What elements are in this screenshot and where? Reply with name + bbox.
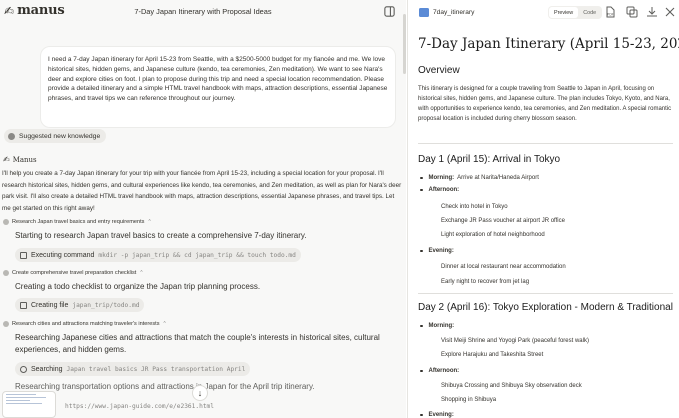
file-edit-icon (20, 301, 27, 309)
day1-evening: Evening: (420, 248, 457, 254)
day1-heading: Day 1 (April 15): Arrival in Tokyo (418, 154, 561, 165)
tool-chip-detail: japan_trip/todo.md (72, 301, 140, 309)
chevron-up-icon: ⌃ (139, 270, 144, 276)
tool-chip-search[interactable]: Searching Japan travel basics JR Pass tr… (15, 362, 251, 376)
chat-scrollbar[interactable] (403, 14, 406, 74)
day2-evening: Evening: (420, 412, 457, 418)
computer-preview-thumbnail[interactable] (2, 391, 56, 418)
list-item: Explore Harajuku and Takeshita Street (441, 352, 544, 358)
step-heading-label: Research cities and attractions matching… (12, 321, 160, 327)
list-item: Shopping in Shibuya (441, 397, 497, 403)
step-heading-label: Research Japan travel basics and entry r… (12, 219, 145, 225)
check-icon (3, 219, 9, 225)
assistant-name: Manus (12, 155, 37, 164)
morning-label: Morning: (428, 175, 455, 181)
chat-pane: ✍ manus 7-Day Japan Itinerary with Propo… (0, 0, 406, 418)
list-item: Shibuya Crossing and Shibuya Sky observa… (441, 383, 582, 389)
list-item: Visit Meiji Shrine and Yoyogi Park (peac… (441, 338, 589, 344)
list-item: Early night to recover from jet lag (441, 279, 530, 285)
morning-label: Morning: (428, 323, 455, 329)
knowledge-pill-label: Suggested new knowledge (19, 132, 101, 140)
preview-header: 7day_itinerary Preview Code PDF (408, 0, 679, 26)
evening-label: Evening: (428, 412, 454, 418)
scroll-down-button[interactable]: ↓ (192, 385, 208, 401)
afternoon-label: Afternoon: (428, 368, 460, 374)
user-message: I need a 7-day Japan itinerary for April… (40, 46, 396, 128)
lightbulb-icon (8, 132, 15, 140)
day2-morning: Morning: (420, 323, 457, 329)
step-heading-research-basics[interactable]: Research Japan travel basics and entry r… (3, 219, 152, 225)
chevron-up-icon: ⌃ (162, 321, 167, 327)
assistant-message: I'll help you create a 7-day Japan itine… (2, 170, 402, 213)
check-icon (3, 270, 9, 276)
search-icon (20, 365, 27, 373)
browsing-url: https://www.japan-guide.com/e/e2361.html (65, 402, 215, 410)
day2-afternoon: Afternoon: (420, 368, 462, 374)
manus-avatar-icon: ✍ (3, 155, 10, 164)
svg-text:PDF: PDF (607, 13, 613, 17)
day1-morning: Morning: Arrive at Narita/Haneda Airport (420, 175, 539, 181)
step-heading-cities[interactable]: Research cities and attractions matching… (3, 321, 167, 327)
export-pdf-icon[interactable]: PDF (604, 6, 616, 18)
overview-heading: Overview (418, 65, 460, 76)
step-text: Starting to research Japan travel basics… (15, 231, 307, 240)
step-text: Creating a todo checklist to organize th… (15, 282, 261, 291)
tool-chip-command[interactable]: Executing command mkdir -p japan_trip &&… (15, 248, 301, 262)
list-item: Exchange JR Pass voucher at airport JR o… (441, 218, 565, 224)
file-preview-pane: 7day_itinerary Preview Code PDF 7-Day Ja… (407, 0, 679, 418)
step-heading-checklist[interactable]: Create comprehensive travel preparation … (3, 270, 144, 276)
tab-code[interactable]: Code (578, 7, 601, 18)
list-item: Dinner at local restaurant near accommod… (441, 264, 566, 270)
tool-chip-label: Executing command (31, 251, 95, 259)
tab-preview[interactable]: Preview (549, 7, 579, 18)
doc-title: 7-Day Japan Itinerary (April 15-23, 2025… (418, 36, 679, 52)
afternoon-label: Afternoon: (428, 187, 460, 193)
suggested-knowledge-button[interactable]: Suggested new knowledge (4, 129, 107, 143)
list-item: Light exploration of hotel neighborhood (441, 232, 545, 238)
download-icon[interactable] (646, 6, 658, 18)
tool-chip-file[interactable]: Creating file japan_trip/todo.md (15, 298, 145, 312)
assistant-header: ✍ Manus (3, 155, 37, 164)
arrow-down-icon: ↓ (197, 388, 203, 398)
chat-header: ✍ manus 7-Day Japan Itinerary with Propo… (0, 0, 406, 24)
file-icon (419, 8, 429, 17)
tool-chip-detail: Japan travel basics JR Pass transportati… (66, 365, 246, 373)
file-name: 7day_itinerary (433, 9, 475, 16)
overview-paragraph: This itinerary is designed for a couple … (418, 86, 672, 122)
terminal-icon (20, 251, 27, 259)
day1-afternoon: Afternoon: (420, 187, 462, 193)
check-icon (3, 321, 9, 327)
step-heading-label: Create comprehensive travel preparation … (12, 270, 137, 276)
tool-chip-detail: mkdir -p japan_trip && cd japan_trip && … (98, 251, 296, 259)
divider (418, 293, 673, 294)
evening-label: Evening: (428, 248, 454, 254)
view-toggle: Preview Code (548, 6, 603, 19)
close-icon[interactable] (664, 6, 676, 18)
copy-icon[interactable] (626, 6, 638, 18)
divider (418, 143, 673, 144)
step-text: Researching Japanese cities and attracti… (15, 333, 380, 354)
tool-chip-label: Creating file (31, 301, 69, 309)
chevron-up-icon: ⌃ (147, 219, 152, 225)
tool-chip-browse[interactable]: https://www.japan-guide.com/e/e2361.html (60, 399, 219, 413)
toggle-panel-icon[interactable] (383, 5, 396, 18)
tool-chip-label: Searching (31, 365, 63, 373)
morning-text: Arrive at Narita/Haneda Airport (457, 175, 539, 181)
day2-heading: Day 2 (April 16): Tokyo Exploration - Mo… (418, 302, 673, 313)
chat-title: 7-Day Japan Itinerary with Proposal Idea… (134, 7, 272, 16)
list-item: Check into hotel in Tokyo (441, 204, 508, 210)
